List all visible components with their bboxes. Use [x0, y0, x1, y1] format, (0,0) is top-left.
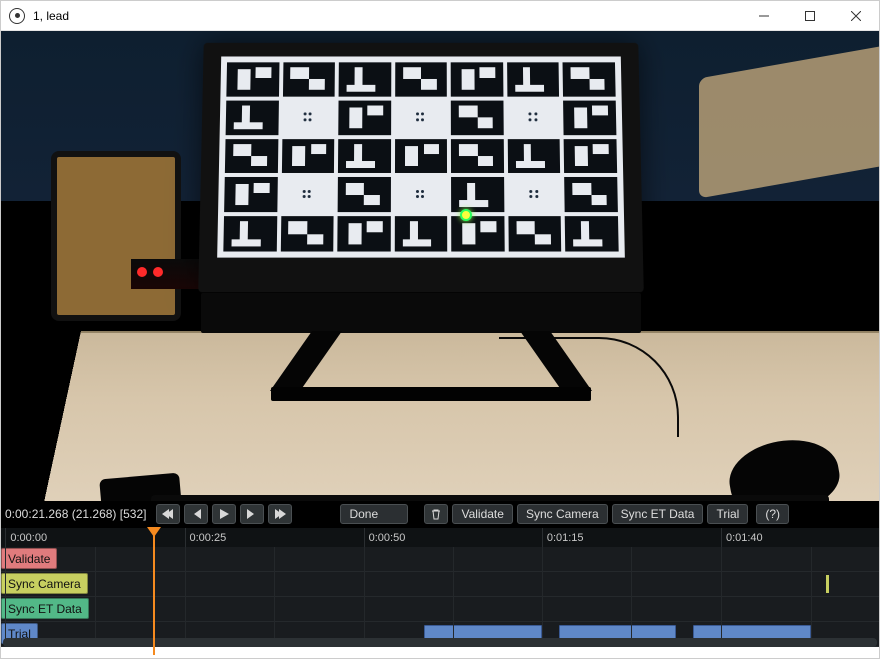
help-button[interactable]: (?)	[756, 504, 789, 524]
trial-clip[interactable]	[424, 625, 542, 643]
scene-render	[1, 31, 879, 501]
timeline-ruler[interactable]: 0:00:00 0:00:25 0:00:50 0:01:15 0:01:40	[1, 527, 879, 547]
timecode-display: 0:00:21.268 (21.268) [532]	[5, 507, 146, 521]
timeline-tracks[interactable]: Validate Sync Camera Sync ET Data Trial	[1, 547, 879, 647]
delete-button[interactable]	[424, 504, 448, 524]
step-back-button[interactable]	[184, 504, 208, 524]
ruler-tick: 0:01:40	[721, 528, 763, 547]
playhead[interactable]	[153, 528, 155, 655]
track-sync-et-data[interactable]: Sync ET Data	[1, 597, 879, 622]
next-frame-icon	[246, 508, 258, 520]
play-button[interactable]	[212, 504, 236, 524]
sync-et-data-button[interactable]: Sync ET Data	[612, 504, 704, 524]
ruler-tick: 0:00:50	[364, 528, 406, 547]
prev-frame-icon	[190, 508, 202, 520]
track-sync-camera[interactable]: Sync Camera	[1, 572, 879, 597]
seek-end-button[interactable]	[268, 504, 292, 524]
minimize-button[interactable]	[741, 1, 787, 31]
ruler-tick: 0:01:15	[542, 528, 584, 547]
sync-camera-marker[interactable]	[826, 575, 829, 593]
maximize-icon	[805, 11, 815, 21]
done-button[interactable]: Done	[340, 504, 408, 524]
window-title: 1, lead	[33, 9, 741, 23]
trial-button[interactable]: Trial	[707, 504, 748, 524]
trash-icon	[430, 508, 442, 520]
skip-back-icon	[162, 508, 174, 520]
maximize-button[interactable]	[787, 1, 833, 31]
track-trial[interactable]: Trial	[1, 622, 879, 647]
seek-start-button[interactable]	[156, 504, 180, 524]
track-validate[interactable]: Validate	[1, 547, 879, 572]
play-icon	[218, 508, 230, 520]
app-icon	[9, 8, 25, 24]
step-forward-button[interactable]	[240, 504, 264, 524]
sync-camera-button[interactable]: Sync Camera	[517, 504, 608, 524]
window-controls	[741, 1, 879, 31]
validate-button[interactable]: Validate	[452, 504, 512, 524]
track-label-trial[interactable]: Trial	[1, 623, 38, 644]
trial-clip[interactable]	[559, 625, 677, 643]
trial-clip[interactable]	[693, 625, 811, 643]
ruler-tick: 0:00:00	[5, 528, 47, 547]
ruler-tick: 0:00:25	[185, 528, 227, 547]
track-label-validate[interactable]: Validate	[1, 548, 57, 569]
minimize-icon	[759, 11, 769, 21]
transport-bar: 0:00:21.268 (21.268) [532] Done Validate…	[1, 501, 879, 527]
video-viewport[interactable]	[1, 31, 879, 501]
track-label-sync-camera[interactable]: Sync Camera	[1, 573, 88, 594]
titlebar: 1, lead	[1, 1, 879, 31]
gaze-marker	[460, 209, 472, 221]
close-button[interactable]	[833, 1, 879, 31]
close-icon	[851, 11, 861, 21]
skip-forward-icon	[274, 508, 286, 520]
track-label-sync-et-data[interactable]: Sync ET Data	[1, 598, 89, 619]
app-window: 1, lead	[0, 0, 880, 659]
